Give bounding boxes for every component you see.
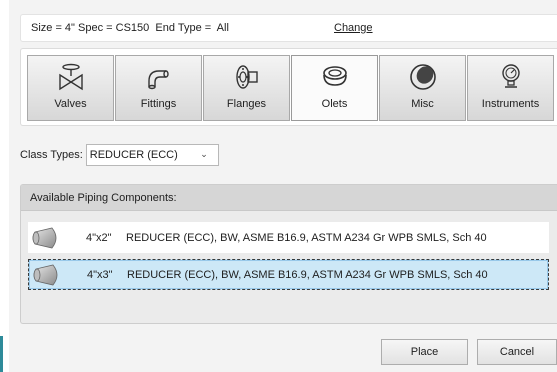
cancel-button[interactable]: Cancel (477, 339, 557, 365)
category-instruments-button[interactable]: Instruments (467, 55, 554, 121)
category-misc-button[interactable]: Misc (379, 55, 466, 121)
misc-cap-icon (407, 62, 439, 92)
gauge-icon (495, 62, 527, 92)
category-label: Valves (54, 98, 87, 110)
class-types-label: Class Types: (20, 149, 83, 161)
end-type-text: End Type = All (155, 22, 229, 34)
class-types-value: REDUCER (ECC) (89, 149, 178, 161)
available-components-panel: Available Piping Components: 4"x2" REDUC… (20, 184, 557, 324)
category-fittings-button[interactable]: Fittings (115, 55, 202, 121)
olet-icon (319, 62, 351, 92)
category-label: Instruments (481, 98, 540, 110)
reducer-icon (33, 263, 63, 287)
category-valves-button[interactable]: Valves (27, 55, 114, 121)
left-margin (0, 0, 9, 372)
component-row[interactable]: 4"x2" REDUCER (ECC), BW, ASME B16.9, AST… (28, 222, 549, 253)
chevron-down-icon: ⌄ (200, 149, 208, 159)
category-label: Fittings (140, 98, 177, 110)
change-link[interactable]: Change (334, 22, 373, 34)
spec-text: Spec = CS150 (78, 22, 150, 34)
reducer-icon (32, 226, 62, 250)
size-text: Size = 4" (31, 22, 75, 34)
valve-icon (55, 62, 87, 92)
flange-icon (231, 62, 263, 92)
components-header: Available Piping Components: (21, 185, 557, 211)
category-toolbar: Valves Fittings Flanges Olets Misc Instr… (20, 48, 557, 126)
place-button[interactable]: Place (381, 339, 468, 365)
category-olets-button[interactable]: Olets (291, 55, 378, 121)
component-row-selected[interactable]: 4"x3" REDUCER (ECC), BW, ASME B16.9, AST… (28, 259, 549, 290)
component-size: 4"x3" (87, 268, 113, 281)
component-description: REDUCER (ECC), BW, ASME B16.9, ASTM A234… (127, 268, 488, 281)
class-types-select[interactable]: REDUCER (ECC) ⌄ (85, 144, 219, 166)
category-flanges-button[interactable]: Flanges (203, 55, 290, 121)
class-types-row: Class Types: REDUCER (ECC) ⌄ (20, 144, 219, 166)
window-accent-strip (0, 336, 3, 372)
category-label: Flanges (226, 98, 267, 110)
category-label: Misc (411, 98, 434, 110)
elbow-fitting-icon (143, 62, 175, 92)
spec-bar: Size = 4" Spec = CS150 End Type = All Ch… (20, 14, 557, 42)
component-description: REDUCER (ECC), BW, ASME B16.9, ASTM A234… (126, 231, 487, 244)
category-label: Olets (321, 98, 348, 110)
component-size: 4"x2" (86, 231, 112, 244)
